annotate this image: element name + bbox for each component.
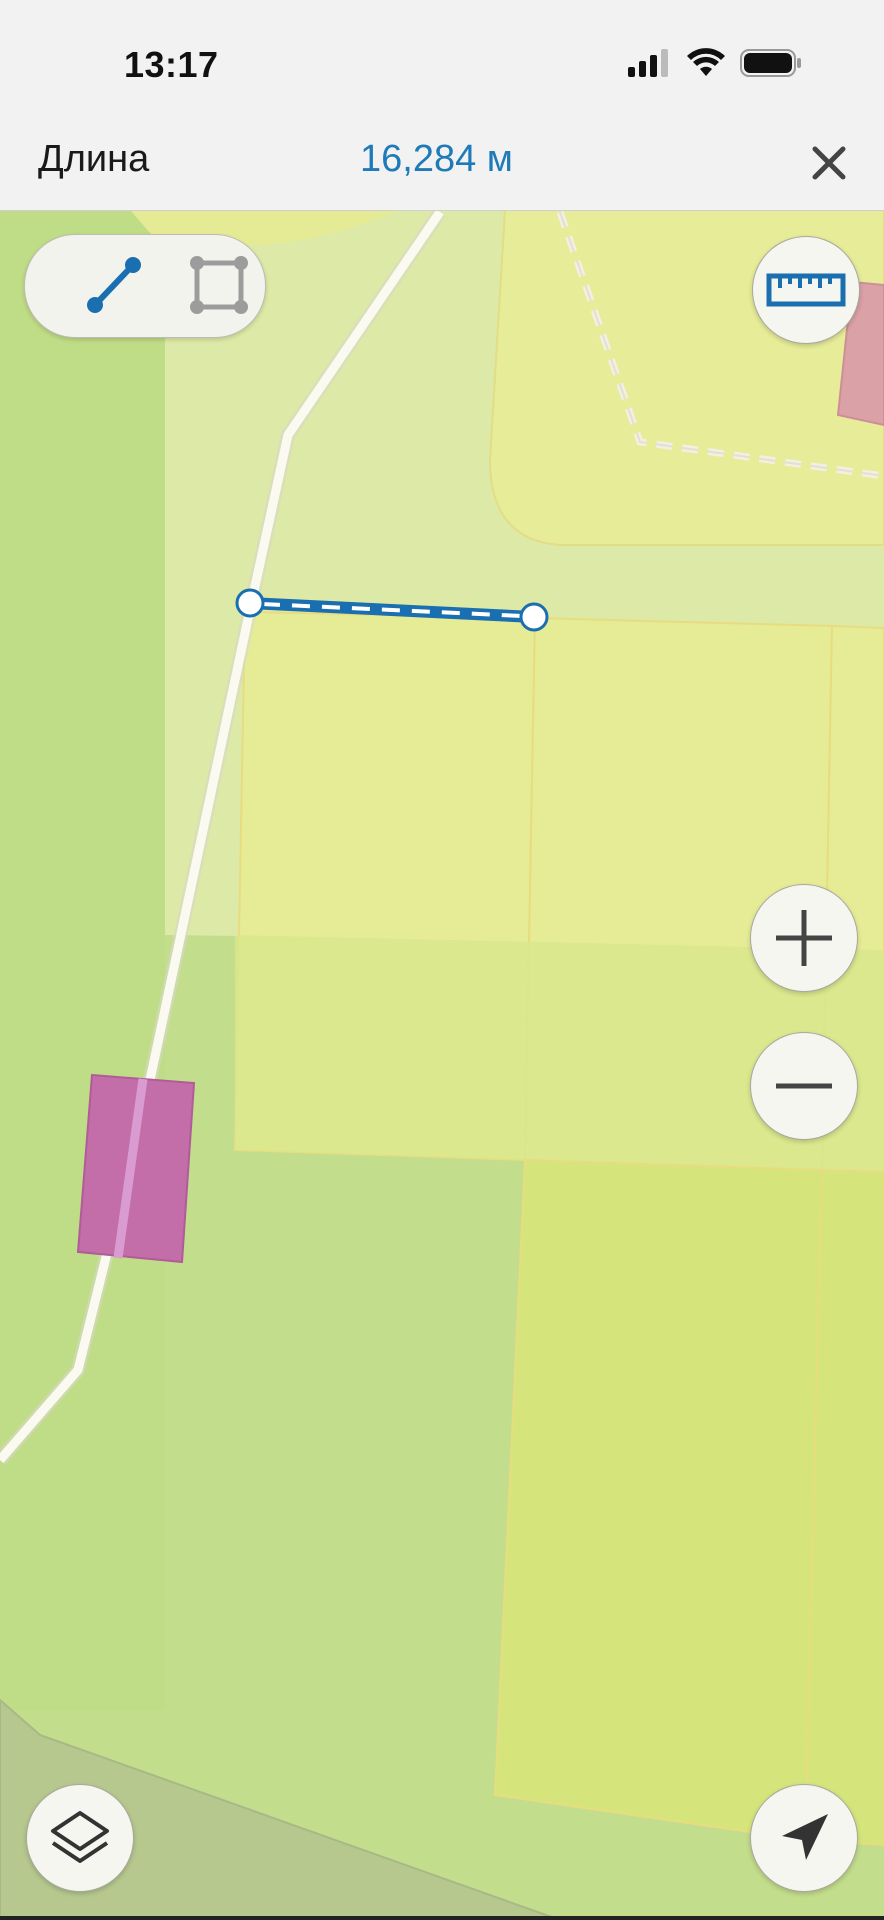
layers-icon xyxy=(51,1811,109,1863)
screen-bottom-edge xyxy=(0,1916,884,1920)
battery-icon xyxy=(740,49,801,77)
close-icon xyxy=(812,146,846,180)
map-view[interactable] xyxy=(0,210,884,1920)
measure-header: Длина 16,284 м xyxy=(0,118,884,211)
status-icons xyxy=(628,48,802,78)
navigation-arrow-icon xyxy=(782,1814,828,1860)
status-time: 13:17 xyxy=(124,44,219,85)
location-button[interactable] xyxy=(750,1784,858,1892)
zoom-out-button[interactable] xyxy=(750,1032,858,1140)
map-canvas[interactable] xyxy=(0,210,884,1920)
area-measure-icon xyxy=(190,256,248,314)
area-mode-button[interactable] xyxy=(183,249,255,321)
signal-icon xyxy=(628,49,668,77)
measure-end-point xyxy=(519,602,549,632)
wifi-icon xyxy=(687,48,725,76)
ruler-icon xyxy=(766,273,846,307)
close-button[interactable] xyxy=(804,138,854,188)
measure-start-point xyxy=(235,588,265,618)
measure-value: 16,284 м xyxy=(360,138,513,180)
zoom-in-button[interactable] xyxy=(750,884,858,992)
line-mode-button[interactable] xyxy=(79,249,151,321)
line-measure-icon xyxy=(87,257,141,313)
status-bar: 13:17 xyxy=(0,0,884,118)
measure-mode-toggle xyxy=(24,234,266,338)
plus-icon xyxy=(776,910,832,966)
layers-button[interactable] xyxy=(26,1784,134,1892)
measure-label: Длина xyxy=(38,138,150,180)
ruler-button[interactable] xyxy=(752,236,860,344)
minus-icon xyxy=(776,1083,832,1089)
